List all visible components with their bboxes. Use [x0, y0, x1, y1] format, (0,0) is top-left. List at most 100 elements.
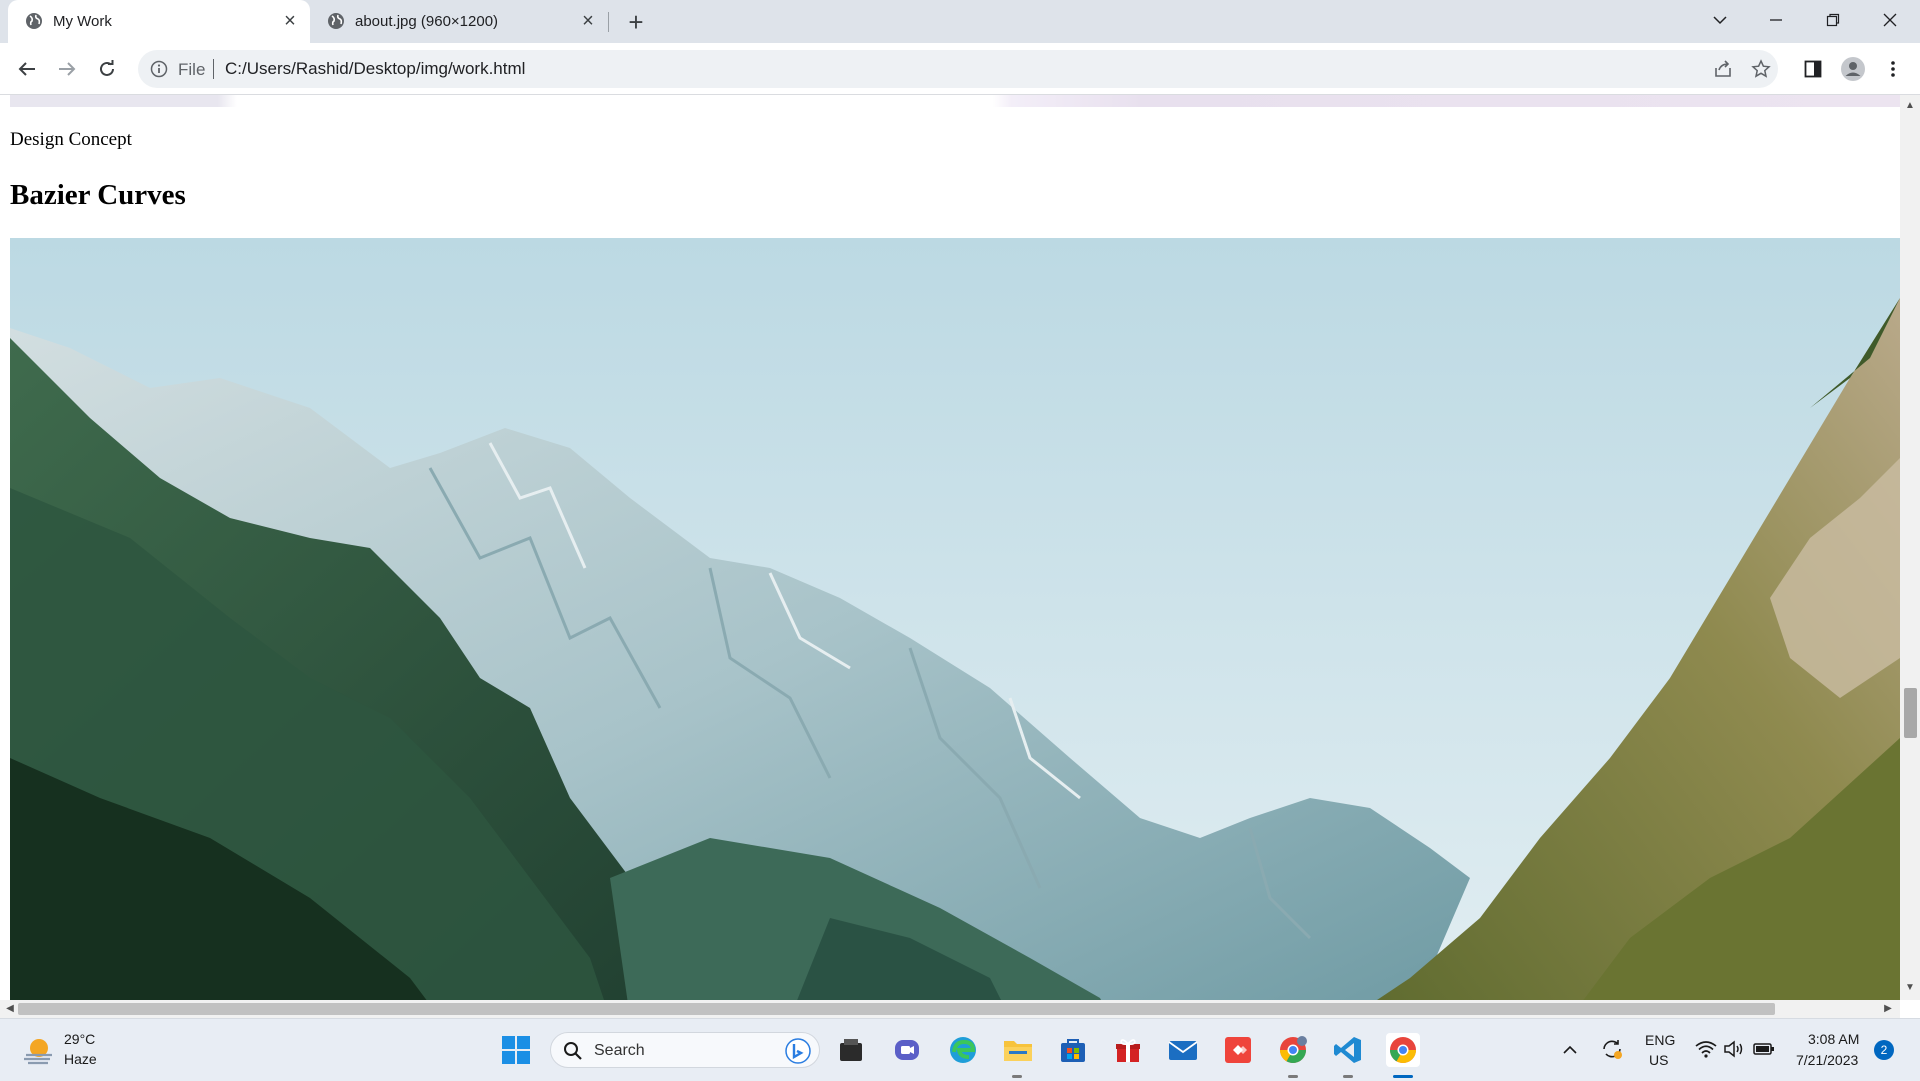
- url-text[interactable]: C:/Users/Rashid/Desktop/img/work.html: [225, 59, 525, 79]
- chrome-canary-icon: [1279, 1036, 1307, 1064]
- weather-haze-icon[interactable]: [22, 1035, 56, 1065]
- anydesk-app[interactable]: [1221, 1033, 1255, 1067]
- arrow-right-icon: [59, 62, 76, 76]
- taskbar-search-box[interactable]: Search: [550, 1032, 820, 1068]
- globe-icon: [328, 13, 344, 29]
- store-icon: [1061, 1039, 1085, 1062]
- speaker-icon: [1724, 1040, 1743, 1058]
- globe-icon: [26, 13, 42, 29]
- minimize-button[interactable]: [1748, 0, 1804, 40]
- reload-icon: [100, 60, 114, 76]
- browser-toolbar: File C:/Users/Rashid/Desktop/img/work.ht…: [0, 43, 1920, 95]
- more-vertical-icon: [1891, 61, 1895, 77]
- running-indicator: [1012, 1075, 1022, 1078]
- file-manager-icon: [840, 1039, 862, 1061]
- page-viewport: Design Concept Bazier Curves: [0, 95, 1920, 1018]
- chrome-canary-app[interactable]: [1276, 1033, 1310, 1067]
- side-panel-icon: [1804, 60, 1822, 78]
- address-bar[interactable]: File C:/Users/Rashid/Desktop/img/work.ht…: [138, 50, 1778, 88]
- weather-condition[interactable]: Haze: [64, 1051, 97, 1067]
- search-placeholder: Search: [594, 1042, 645, 1059]
- scroll-down-arrow-icon[interactable]: ▼: [1903, 982, 1917, 994]
- arrow-left-icon: [18, 62, 35, 76]
- tab-title: about.jpg (960×1200): [355, 13, 499, 30]
- tab-title: My Work: [53, 13, 112, 30]
- profile-button[interactable]: [1839, 55, 1867, 83]
- share-icon: [1715, 60, 1731, 77]
- input-language[interactable]: ENG: [1645, 1032, 1675, 1048]
- vscode-icon: [1334, 1037, 1361, 1063]
- forward-button[interactable]: [53, 55, 81, 83]
- close-tab-icon[interactable]: ×: [578, 11, 598, 31]
- clock-time[interactable]: 3:08 AM: [1808, 1031, 1859, 1047]
- close-icon: [1883, 13, 1897, 27]
- battery-button[interactable]: [1752, 1038, 1776, 1060]
- previous-image-edge: [10, 95, 1900, 107]
- scheme-label: File: [178, 60, 206, 79]
- info-icon[interactable]: [150, 60, 168, 78]
- close-window-button[interactable]: [1862, 0, 1918, 40]
- vertical-scroll-thumb[interactable]: [1904, 688, 1917, 738]
- battery-icon: [1753, 1043, 1774, 1055]
- scroll-right-arrow-icon[interactable]: ▶: [1882, 1003, 1894, 1015]
- vscode-app[interactable]: [1331, 1033, 1365, 1067]
- restore-icon: [1826, 13, 1840, 27]
- minimize-icon: [1770, 19, 1782, 21]
- scroll-left-arrow-icon[interactable]: ◀: [4, 1003, 16, 1015]
- windows-icon: [502, 1036, 530, 1064]
- folder-icon: [1004, 1041, 1032, 1061]
- star-icon: [1751, 59, 1771, 78]
- edge-app[interactable]: [946, 1033, 980, 1067]
- tab-my-work[interactable]: My Work ×: [8, 0, 310, 43]
- tab-strip: My Work × about.jpg (960×1200) × +: [0, 0, 1920, 43]
- teams-app[interactable]: [890, 1033, 924, 1067]
- sync-status-button[interactable]: [1600, 1037, 1624, 1061]
- wifi-icon: [1695, 1041, 1717, 1058]
- mail-app[interactable]: [1166, 1033, 1200, 1067]
- scroll-up-arrow-icon[interactable]: ▲: [1903, 100, 1917, 112]
- start-button[interactable]: [499, 1033, 533, 1067]
- chrome-app[interactable]: [1386, 1033, 1420, 1067]
- volume-button[interactable]: [1722, 1038, 1746, 1060]
- edge-icon: [950, 1037, 976, 1063]
- new-tab-button[interactable]: +: [622, 8, 650, 36]
- gift-app[interactable]: [1111, 1033, 1145, 1067]
- chevron-down-icon: [1713, 16, 1727, 25]
- show-hidden-icons-button[interactable]: [1560, 1039, 1580, 1059]
- sync-icon: [1603, 1040, 1622, 1059]
- anydesk-icon: [1225, 1037, 1251, 1063]
- reload-button[interactable]: [93, 55, 121, 83]
- chevron-up-icon: [1563, 1045, 1577, 1054]
- teams-icon: [895, 1040, 919, 1060]
- side-panel-button[interactable]: [1799, 55, 1827, 83]
- search-icon: [564, 1042, 582, 1060]
- close-tab-icon[interactable]: ×: [280, 11, 300, 31]
- store-app[interactable]: [1056, 1033, 1090, 1067]
- clock-date[interactable]: 7/21/2023: [1796, 1052, 1858, 1068]
- avatar-icon: [1841, 57, 1865, 81]
- restore-button[interactable]: [1805, 0, 1861, 40]
- horizontal-scroll-thumb[interactable]: [18, 1003, 1775, 1015]
- running-indicator: [1288, 1075, 1298, 1078]
- running-indicator: [1343, 1075, 1353, 1078]
- file-explorer-app[interactable]: [1001, 1033, 1035, 1067]
- network-button[interactable]: [1694, 1038, 1718, 1060]
- taskbar: 29°C Haze Search ENG US 3:08 AM 7/21/202…: [0, 1018, 1920, 1081]
- notification-badge[interactable]: 2: [1874, 1040, 1894, 1060]
- section-heading: Bazier Curves: [10, 179, 186, 211]
- input-region[interactable]: US: [1649, 1052, 1668, 1068]
- vertical-scrollbar[interactable]: [1900, 95, 1920, 1000]
- menu-button[interactable]: [1879, 55, 1907, 83]
- bing-icon[interactable]: [785, 1038, 811, 1064]
- tab-search-button[interactable]: [1692, 0, 1748, 40]
- back-button[interactable]: [13, 55, 41, 83]
- tab-divider: [608, 12, 609, 32]
- mountain-photo: [10, 238, 1900, 1018]
- file-manager-app[interactable]: [834, 1033, 868, 1067]
- tab-about-jpg[interactable]: about.jpg (960×1200) ×: [310, 0, 610, 43]
- weather-temperature[interactable]: 29°C: [64, 1031, 95, 1047]
- share-button[interactable]: [1712, 58, 1734, 80]
- chrome-icon: [1389, 1037, 1417, 1064]
- mail-icon: [1168, 1041, 1198, 1060]
- bookmark-button[interactable]: [1750, 58, 1772, 80]
